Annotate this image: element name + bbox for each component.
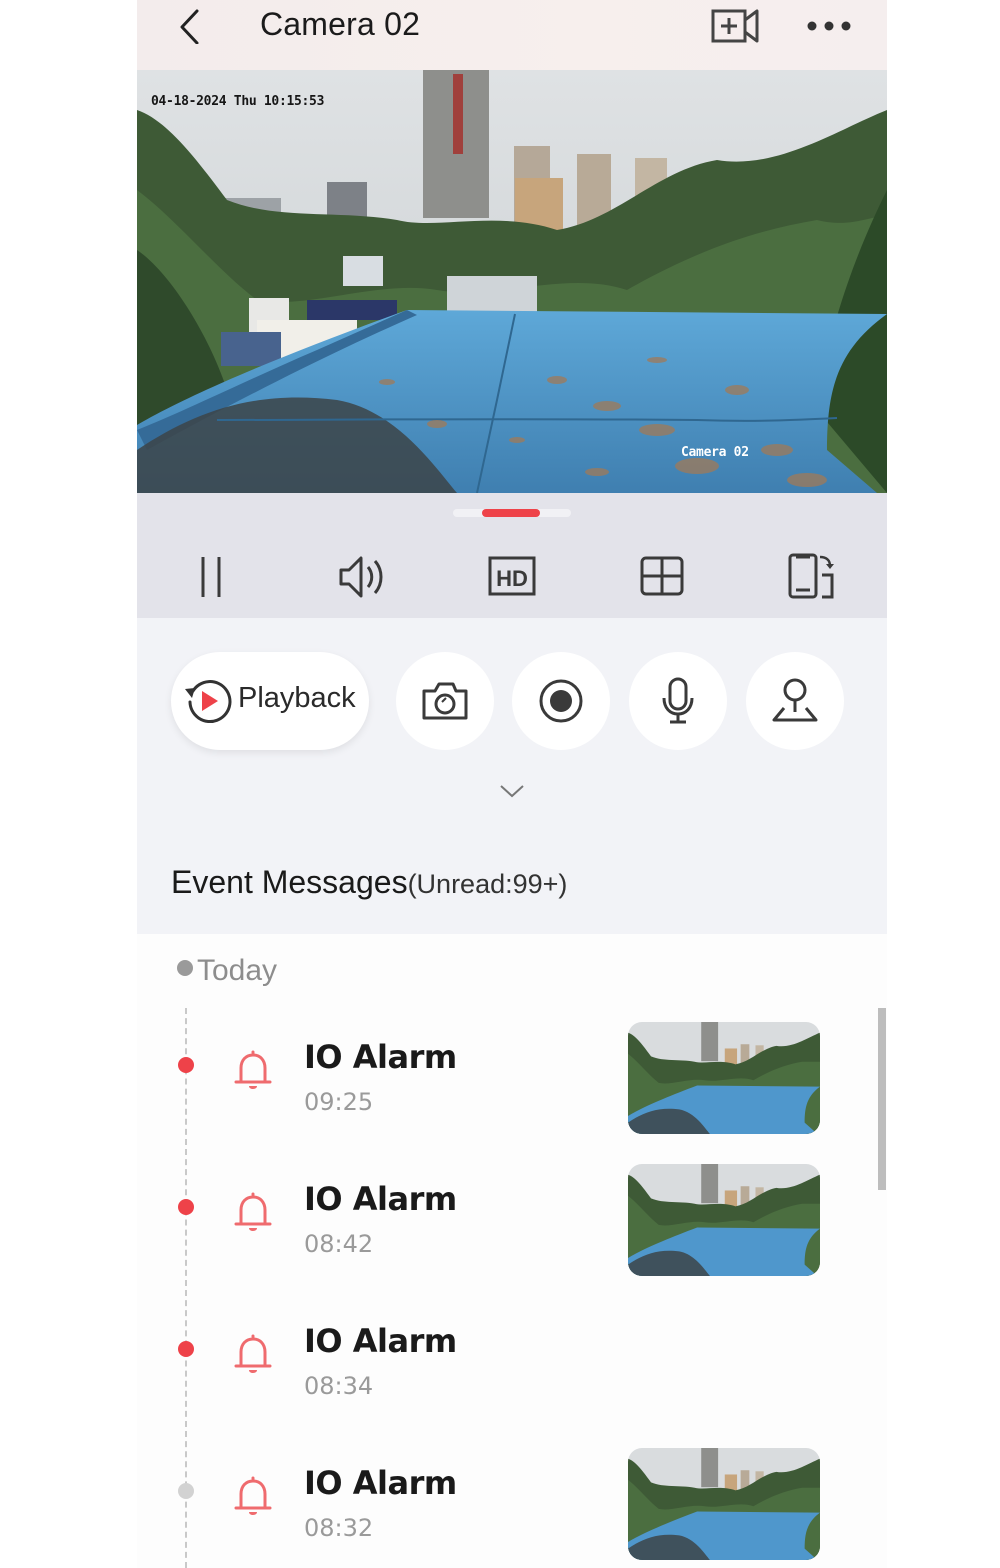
event-name: IO Alarm bbox=[304, 1464, 457, 1502]
ptz-button[interactable] bbox=[746, 652, 844, 750]
back-button[interactable] bbox=[171, 8, 207, 45]
live-video-feed[interactable]: 04-18-2024 Thu 10:15:53 Camera 02 bbox=[137, 70, 887, 493]
add-to-view-button[interactable] bbox=[711, 8, 761, 44]
event-messages-title: Event Messages bbox=[171, 864, 408, 900]
snapshot-button[interactable] bbox=[396, 652, 494, 750]
page-indicator-active bbox=[482, 509, 540, 517]
unread-dot bbox=[178, 1341, 194, 1357]
unread-dot bbox=[178, 1057, 194, 1073]
event-item[interactable]: IO Alarm 09:25 bbox=[137, 1008, 887, 1134]
more-dots-icon bbox=[807, 21, 851, 31]
event-item[interactable]: IO Alarm 08:34 bbox=[137, 1292, 887, 1412]
svg-text:HD: HD bbox=[496, 566, 528, 591]
playback-button[interactable]: Playback bbox=[171, 652, 369, 750]
sound-button[interactable] bbox=[336, 551, 388, 601]
playback-label: Playback bbox=[238, 682, 356, 714]
top-nav-bar: Camera 02 bbox=[137, 0, 887, 70]
bell-icon bbox=[234, 1192, 272, 1231]
speaker-icon bbox=[339, 556, 383, 598]
pause-icon bbox=[201, 557, 221, 597]
fullscreen-rotate-button[interactable] bbox=[786, 551, 838, 601]
osd-camera-name: Camera 02 bbox=[681, 445, 749, 460]
bell-icon bbox=[234, 1050, 272, 1089]
event-list[interactable]: Today IO Alarm 09:25 IO Alarm 08:42 IO A… bbox=[137, 934, 887, 1568]
quality-hd-button[interactable]: HD bbox=[486, 551, 538, 601]
event-thumbnail[interactable] bbox=[628, 1448, 820, 1560]
phone-rotate-icon bbox=[788, 553, 834, 599]
camera-live-view-screen: Camera 02 04-18-2024 Thu 10:15:53 Camera… bbox=[137, 0, 887, 1568]
camera-icon bbox=[422, 682, 468, 720]
event-name: IO Alarm bbox=[304, 1038, 457, 1076]
chevron-left-icon bbox=[180, 9, 199, 45]
osd-timestamp: 04-18-2024 Thu 10:15:53 bbox=[151, 94, 325, 109]
event-time: 08:32 bbox=[304, 1514, 374, 1542]
event-item[interactable]: IO Alarm 08:42 bbox=[137, 1150, 887, 1276]
joystick-icon bbox=[772, 678, 818, 722]
pause-button[interactable] bbox=[186, 551, 238, 601]
event-name: IO Alarm bbox=[304, 1322, 457, 1360]
chevron-down-icon bbox=[500, 785, 524, 798]
day-group-header: Today bbox=[177, 954, 277, 988]
talk-button[interactable] bbox=[629, 652, 727, 750]
more-options-button[interactable] bbox=[805, 14, 853, 38]
page-indicator bbox=[453, 509, 571, 517]
event-messages-heading: Event Messages(Unread:99+) bbox=[171, 864, 567, 901]
unread-dot bbox=[178, 1199, 194, 1215]
record-icon bbox=[539, 679, 583, 723]
bell-icon bbox=[234, 1476, 272, 1515]
hd-icon: HD bbox=[488, 556, 536, 596]
day-label: Today bbox=[197, 954, 278, 987]
event-time: 08:42 bbox=[304, 1230, 374, 1258]
read-dot bbox=[178, 1483, 194, 1499]
list-scrollbar[interactable] bbox=[878, 1008, 886, 1190]
event-thumbnail[interactable] bbox=[628, 1164, 820, 1276]
grid-icon bbox=[640, 556, 684, 596]
event-name: IO Alarm bbox=[304, 1180, 457, 1218]
event-thumbnail[interactable] bbox=[628, 1022, 820, 1134]
page-title: Camera 02 bbox=[260, 6, 421, 42]
event-time: 09:25 bbox=[304, 1088, 374, 1116]
day-dot bbox=[177, 960, 193, 976]
microphone-icon bbox=[662, 677, 694, 724]
playback-control-bar: HD bbox=[137, 493, 887, 618]
action-panel: Playback Event Messages(Unread:99+) bbox=[137, 618, 887, 934]
event-item[interactable]: IO Alarm 08:32 bbox=[137, 1434, 887, 1560]
video-frame bbox=[137, 70, 887, 493]
record-button[interactable] bbox=[512, 652, 610, 750]
unread-count: (Unread:99+) bbox=[407, 869, 568, 899]
bell-icon bbox=[234, 1334, 272, 1373]
playback-icon bbox=[185, 680, 232, 723]
video-add-icon bbox=[711, 9, 759, 43]
event-time: 08:34 bbox=[304, 1372, 374, 1400]
expand-actions-button[interactable] bbox=[499, 782, 525, 800]
split-layout-button[interactable] bbox=[636, 551, 688, 601]
